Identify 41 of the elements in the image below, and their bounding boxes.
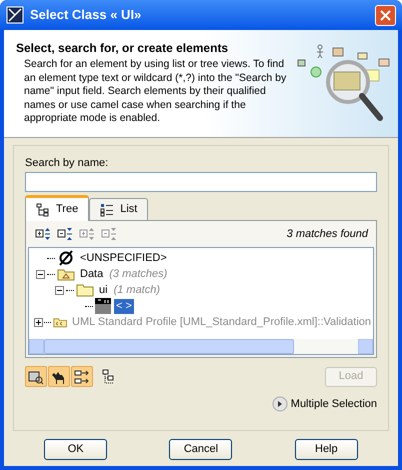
folder-icon: [76, 283, 94, 297]
camel-toggle-button[interactable]: [48, 366, 70, 387]
tree-item[interactable]: < >: [114, 298, 134, 314]
collapse-all-button[interactable]: [56, 225, 74, 243]
tree-icon: [36, 202, 50, 216]
header-description: Search for an element by using list or tree views. To find an element type text or wildcard (*,?) into the "Search by name" input field. Search elements by their qualified names or use camel case when searching if the appropriate mode is enabled.: [23, 58, 288, 126]
horizontal-scrollbar[interactable]: [29, 339, 373, 354]
collapse-icon: [57, 226, 73, 242]
header-title: Select, search for, or create elements: [16, 40, 230, 56]
tree-item[interactable]: ui: [97, 282, 110, 298]
window-title: Select Class « UI»: [30, 6, 142, 24]
empty-set-icon: [57, 250, 75, 266]
auxiliary-toggle-button[interactable]: [71, 366, 93, 387]
list-icon: [100, 202, 114, 216]
collapse-toggle[interactable]: [36, 270, 44, 278]
search-label: Search by name:: [25, 156, 110, 170]
search-field[interactable]: [25, 172, 377, 192]
expand-matches-icon: [79, 226, 95, 242]
plus-icon: [35, 318, 42, 326]
tab[interactable]: List: [89, 198, 148, 220]
close-icon: [380, 10, 391, 20]
match-status: 3 matches found: [286, 226, 368, 242]
tab[interactable]: Tree: [25, 195, 90, 221]
close-button[interactable]: [375, 4, 396, 26]
package-icon: [57, 267, 75, 281]
collapse-toggle[interactable]: [54, 286, 64, 294]
expand-icon: [35, 226, 51, 242]
tree-item[interactable]: Data: [78, 266, 106, 282]
match-count: (1 match): [114, 282, 160, 298]
arrows-icon: [74, 368, 90, 384]
magnifier-icon: [28, 368, 44, 384]
qualified-toggle-button[interactable]: [25, 366, 47, 387]
dialog-button[interactable]: OK: [44, 439, 108, 460]
gui-class-icon: [95, 298, 111, 314]
match-count: (3 matches): [109, 266, 168, 282]
multiple-selection-label[interactable]: Multiple Selection: [290, 396, 377, 412]
app-icon: [6, 6, 24, 24]
collapse-matches-icon: [101, 226, 117, 242]
dialog-button[interactable]: Cancel: [169, 439, 232, 460]
dialog-button[interactable]: Help: [294, 439, 358, 460]
tree-item[interactable]: <UNSPECIFIED>: [78, 250, 169, 266]
